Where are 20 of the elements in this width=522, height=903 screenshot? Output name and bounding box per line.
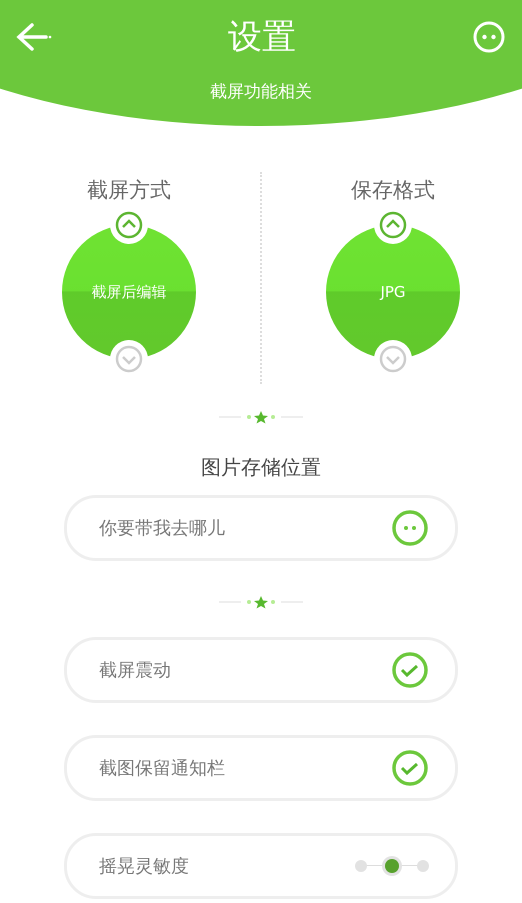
page-title: 设置	[228, 16, 296, 59]
star-divider-icon	[219, 410, 303, 424]
sensitivity-slider[interactable]	[355, 858, 429, 874]
page-subtitle: 截屏功能相关	[209, 81, 313, 103]
dial-title: 截屏方式	[87, 177, 171, 204]
picker-wheel[interactable]: JPG	[326, 225, 460, 359]
dial-title: 保存格式	[351, 177, 435, 204]
wheel-value: JPG	[380, 283, 406, 301]
setting-label: 摇晃灵敏度	[99, 855, 189, 878]
location-input[interactable]: 你要带我去哪儿	[99, 518, 359, 538]
wheel-value: 截屏后编辑	[92, 282, 166, 302]
back-button[interactable]	[16, 22, 52, 52]
star-divider-icon	[219, 595, 303, 609]
picker-wheel[interactable]: 截屏后编辑	[62, 225, 196, 359]
setting-label: 截图保留通知栏	[99, 757, 225, 780]
check-icon[interactable]	[391, 749, 429, 787]
check-icon[interactable]	[391, 651, 429, 689]
section-title: 图片存储位置	[200, 454, 322, 481]
face-icon[interactable]	[391, 509, 429, 547]
setting-label: 截屏震动	[99, 659, 171, 682]
